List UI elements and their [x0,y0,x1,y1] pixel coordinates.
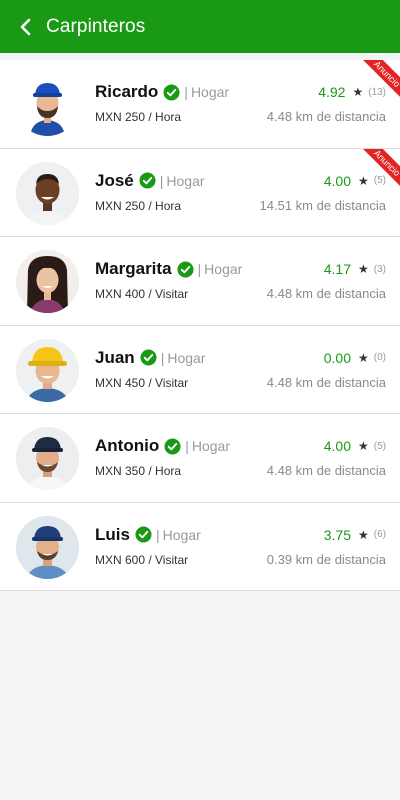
rating: 0.00 ★ (0) [324,350,386,366]
provider-card[interactable]: José | Hogar MXN 250 / Hora 4.00 ★ (5) 1… [0,148,400,237]
rating-count: (3) [373,263,386,275]
rating: 4.00 ★ (5) [324,438,386,454]
provider-distance: 4.48 km de distancia [266,463,386,478]
provider-distance: 4.48 km de distancia [266,286,386,301]
separator: | [197,261,202,277]
verified-check-icon [135,526,152,543]
provider-category: Hogar [190,84,230,100]
provider-price: MXN 450 / Visitar [95,375,189,390]
rating-count: (13) [368,86,386,98]
star-icon: ★ [358,439,369,453]
provider-price: MXN 350 / Hora [95,464,182,478]
verified-check-icon [140,349,157,366]
star-icon: ★ [358,173,369,188]
provider-card[interactable]: Antonio | Hogar MXN 350 / Hora 4.00 ★ (5… [0,414,400,503]
separator: | [159,172,164,189]
rating-count: (0) [373,352,386,363]
avatar [16,515,79,579]
provider-name: Ricardo [95,82,159,101]
provider-price: MXN 250 / Hora [95,110,182,124]
rating: 3.75 ★ (6) [324,527,386,543]
star-icon: ★ [358,262,369,276]
provider-card[interactable]: Luis | Hogar MXN 600 / Visitar 3.75 ★ (6… [0,502,400,591]
rating-score: 4.00 [323,438,351,454]
avatar [16,250,79,313]
star-icon: ★ [358,527,369,542]
provider-name: José [95,170,134,190]
rating-count: (5) [373,175,386,186]
rating-score: 4.92 [318,84,346,100]
worker-photo-icon [16,250,79,313]
separator: | [185,438,189,454]
provider-name: Antonio [95,436,160,455]
rating-score: 4.17 [323,261,351,277]
avatar [16,161,79,225]
provider-category: Hogar [167,349,206,366]
verified-check-icon [177,260,194,278]
back-button[interactable] [4,0,48,53]
provider-distance: 14.51 km de distancia [259,197,386,213]
provider-card[interactable]: Ricardo | Hogar MXN 250 / Hora 4.92 ★ (1… [0,60,400,149]
worker-photo-icon [16,73,79,136]
provider-card[interactable]: Margarita | Hogar MXN 400 / Visitar 4.17… [0,237,400,326]
rating-score: 3.75 [323,526,351,543]
avatar [16,338,79,402]
worker-photo-icon [16,338,79,402]
worker-photo-icon [16,161,79,225]
verified-check-icon [139,172,156,189]
rating-score: 4.00 [323,172,351,189]
rating: 4.00 ★ (5) [324,173,386,189]
provider-distance: 4.48 km de distancia [266,109,386,124]
rating: 4.17 ★ (3) [324,261,386,277]
rating-count: (5) [373,440,386,452]
provider-category: Hogar [162,526,201,543]
verified-check-icon [164,437,181,455]
provider-category: Hogar [166,172,205,189]
page-title: Carpinteros [46,15,146,37]
avatar [16,73,79,136]
worker-photo-icon [16,427,79,490]
avatar [16,427,79,490]
rating-score: 0.00 [323,349,351,366]
provider-price: MXN 600 / Visitar [95,552,189,567]
rating: 4.92 ★ (13) [318,84,386,100]
provider-distance: 0.39 km de distancia [266,551,386,567]
provider-price: MXN 250 / Hora [95,198,182,213]
app-bar: Carpinteros [0,0,400,53]
chevron-left-icon [20,18,31,35]
separator: | [155,526,160,543]
provider-category: Hogar [204,261,243,277]
star-icon: ★ [358,350,369,365]
provider-category: Hogar [191,438,230,454]
star-icon: ★ [352,85,364,99]
provider-name: Juan [95,347,135,367]
verified-check-icon [163,83,180,101]
separator: | [184,84,188,100]
provider-distance: 4.48 km de distancia [266,374,386,390]
separator: | [160,349,165,366]
provider-price: MXN 400 / Visitar [95,287,189,301]
worker-photo-icon [16,515,79,579]
provider-list: Ricardo | Hogar MXN 250 / Hora 4.92 ★ (1… [0,60,400,591]
provider-card[interactable]: Juan | Hogar MXN 450 / Visitar 0.00 ★ (0… [0,325,400,414]
provider-name: Luis [95,524,130,544]
provider-name: Margarita [95,259,172,278]
rating-count: (6) [373,529,386,540]
